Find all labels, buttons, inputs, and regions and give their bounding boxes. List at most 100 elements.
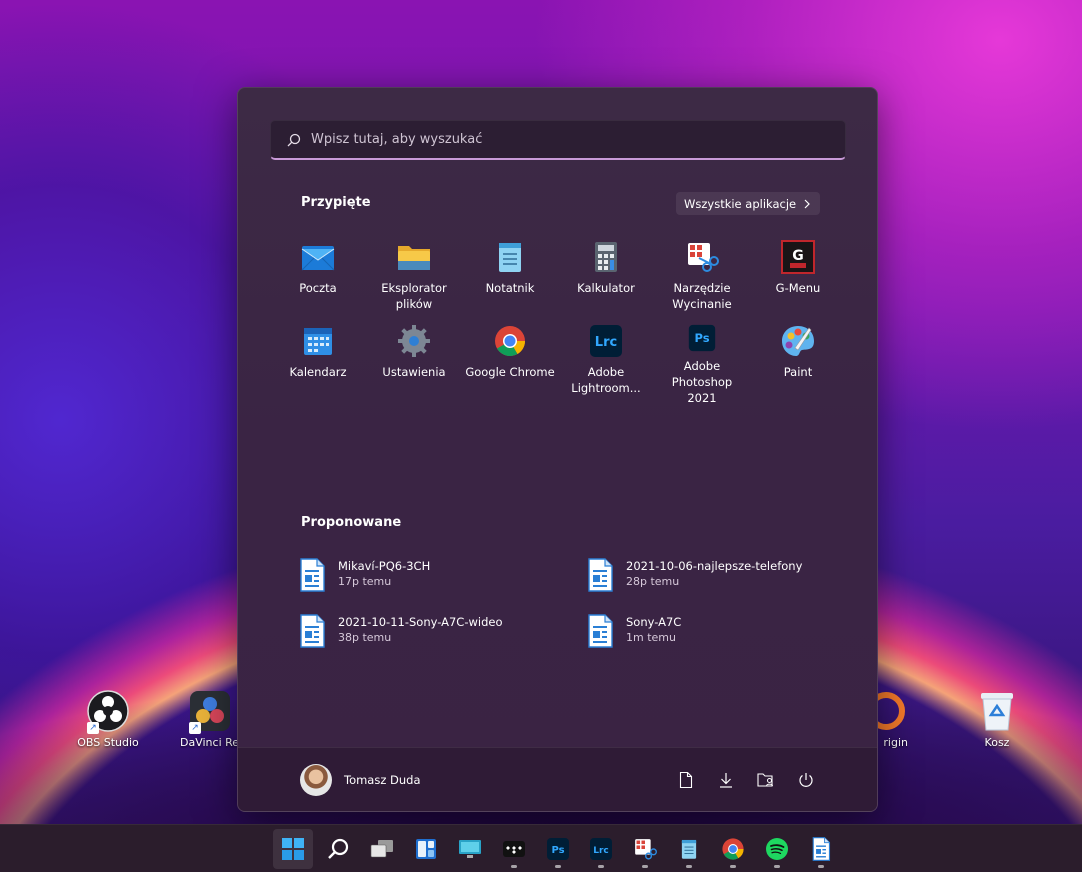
avatar [300, 764, 332, 796]
user-name: Tomasz Duda [344, 773, 421, 787]
download-icon [720, 773, 732, 788]
recommended-item-name: 2021-10-06-najlepsze-telefony [626, 559, 803, 573]
pinned-app-g-menu[interactable]: G G-Menu [750, 238, 846, 322]
recommended-item-time: 28p temu [626, 575, 680, 588]
recommended-item[interactable]: Mikaví-PQ6-3CH 17p temu [298, 558, 586, 614]
settings-gear-icon [398, 325, 430, 357]
svg-text:Lrc: Lrc [593, 846, 609, 856]
chrome-icon [495, 326, 525, 357]
lightroom-icon: Lrc [590, 838, 612, 860]
running-indicator [730, 865, 736, 868]
pinned-app-chrome[interactable]: Google Chrome [462, 322, 558, 406]
app-label: Narzędzie Wycinanie [672, 281, 732, 311]
document-icon [300, 558, 325, 592]
photoshop-icon: Ps [547, 838, 569, 860]
app-label: G-Menu [775, 281, 821, 295]
running-indicator [555, 865, 561, 868]
recommended-item[interactable]: Sony-A7C 1m temu [586, 614, 874, 670]
start-button[interactable] [273, 829, 313, 869]
desktop-icon-davinci[interactable]: ↗ DaVinci Res [180, 690, 240, 749]
running-indicator [774, 865, 780, 868]
folder-icon [398, 246, 430, 270]
downloads-button[interactable] [714, 768, 738, 792]
all-apps-button[interactable]: Wszystkie aplikacje [676, 192, 821, 215]
power-button[interactable] [794, 768, 818, 792]
shortcut-arrow-icon: ↗ [189, 722, 201, 734]
start-icon [282, 838, 304, 860]
taskbar-app-spotify[interactable] [757, 829, 797, 869]
pinned-app-eksplorator[interactable]: Eksplorator plików [366, 238, 462, 322]
calendar-icon [304, 328, 332, 355]
chevron-right-icon [804, 199, 810, 208]
lightroom-icon: Lrc [590, 325, 622, 357]
taskbar-app-snipping[interactable] [625, 829, 665, 869]
document-outline-icon [679, 772, 693, 788]
svg-text:G: G [792, 248, 804, 264]
desktop-icon-obs[interactable]: ↗ OBS Studio [68, 690, 148, 749]
pinned-app-photoshop[interactable]: Ps Adobe Photoshop 2021 [654, 322, 750, 406]
search-icon [287, 133, 301, 146]
shortcut-arrow-icon: ↗ [87, 722, 99, 734]
task-view-button[interactable] [362, 829, 402, 869]
monitor-app-icon [459, 840, 481, 858]
taskbar-app-photoshop[interactable]: Ps [538, 829, 578, 869]
davinci-resolve-icon: ↗ [189, 690, 231, 734]
tidal-icon [503, 841, 525, 857]
app-label: Kalkulator [577, 281, 635, 295]
taskbar-app-notepad[interactable] [669, 829, 709, 869]
taskbar-app-tidal[interactable] [494, 829, 534, 869]
running-indicator [818, 865, 824, 868]
recommended-item[interactable]: 2021-10-11-Sony-A7C-wideo 38p temu [298, 614, 586, 670]
app-label: Poczta [299, 281, 337, 295]
pinned-app-wycinanie[interactable]: Narzędzie Wycinanie [654, 238, 750, 322]
pinned-app-kalkulator[interactable]: Kalkulator [558, 238, 654, 322]
pinned-app-lightroom[interactable]: Lrc Adobe Lightroom... [558, 322, 654, 406]
search-input[interactable]: Wpisz tutaj, aby wyszukać [270, 120, 846, 160]
document-icon [588, 614, 613, 648]
taskbar-app-chrome[interactable] [713, 829, 753, 869]
taskbar-app-writer[interactable] [801, 829, 841, 869]
user-folder-button[interactable] [754, 768, 778, 792]
snipping-tool-icon [635, 839, 657, 860]
paint-palette-icon [782, 326, 814, 356]
all-apps-label: Wszystkie aplikacje [684, 196, 797, 211]
pinned-app-kalendarz[interactable]: Kalendarz [270, 322, 366, 406]
widgets-button[interactable] [406, 829, 446, 869]
task-view-icon [370, 840, 393, 858]
pinned-app-ustawienia[interactable]: Ustawienia [366, 322, 462, 406]
taskbar-app-lightroom[interactable]: Lrc [581, 829, 621, 869]
running-indicator [686, 865, 692, 868]
documents-button[interactable] [674, 768, 698, 792]
pinned-section-title: Przypięte [301, 195, 371, 210]
pinned-app-notatnik[interactable]: Notatnik [462, 238, 558, 322]
power-icon [799, 773, 813, 787]
search-placeholder: Wpisz tutaj, aby wyszukać [311, 132, 483, 147]
calculator-icon [595, 242, 617, 272]
taskbar: Ps Lrc [0, 824, 1082, 872]
snipping-tool-icon [688, 243, 719, 272]
taskbar-app-monitor[interactable] [450, 829, 490, 869]
taskbar-search-button[interactable] [318, 829, 358, 869]
notepad-icon [499, 243, 521, 272]
document-icon [300, 614, 325, 648]
pinned-apps-grid: Poczta Eksplorator plików Notatnik Kalku… [270, 238, 846, 406]
recommended-item[interactable]: 2021-10-06-najlepsze-telefony 28p temu [586, 558, 874, 614]
pinned-app-poczta[interactable]: Poczta [270, 238, 366, 322]
app-label: Ustawienia [382, 365, 446, 379]
running-indicator [511, 865, 517, 868]
pinned-app-paint[interactable]: Paint [750, 322, 846, 406]
recycle-bin-icon [976, 690, 1018, 732]
g-menu-icon: G [781, 240, 815, 274]
obs-icon: ↗ [87, 690, 129, 734]
search-icon [328, 838, 349, 859]
recommended-item-time: 17p temu [338, 575, 392, 588]
desktop-icon-recycle-bin[interactable]: Kosz [957, 690, 1037, 749]
app-label: Paint [783, 365, 813, 379]
start-menu-footer: Tomasz Duda [238, 747, 877, 811]
user-account-button[interactable]: Tomasz Duda [300, 764, 421, 796]
app-label: Adobe Photoshop 2021 [671, 359, 733, 405]
recommended-item-time: 1m temu [626, 631, 676, 644]
app-label: Kalendarz [289, 365, 347, 379]
running-indicator [598, 865, 604, 868]
recommended-item-name: Mikaví-PQ6-3CH [338, 559, 431, 573]
